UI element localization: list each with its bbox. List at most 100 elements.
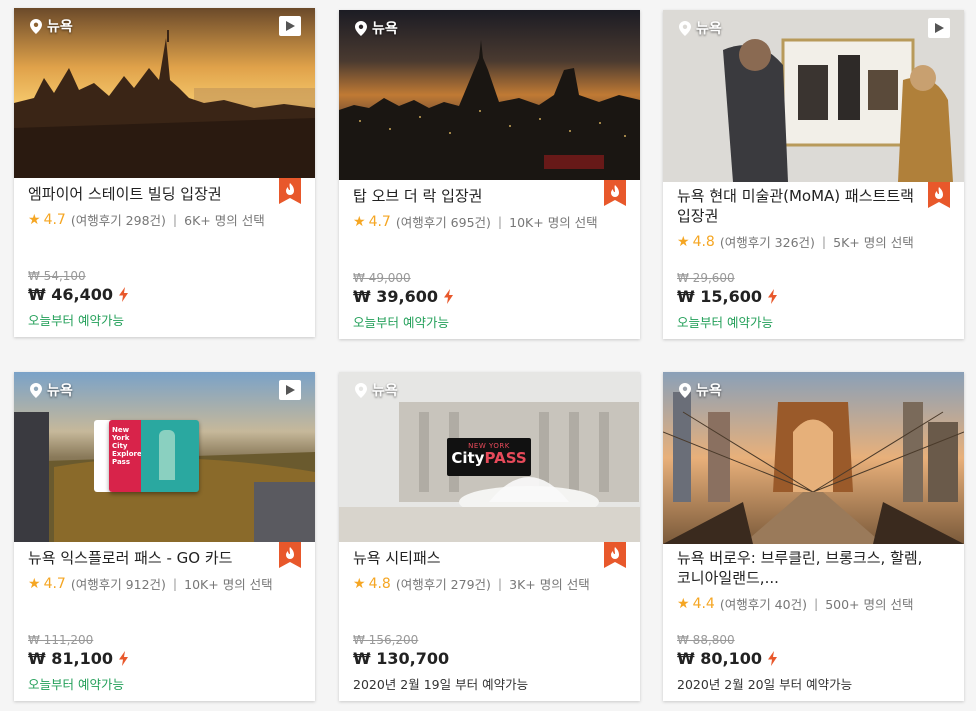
product-title[interactable]: 엠파이어 스테이트 빌딩 입장권 bbox=[28, 184, 275, 204]
divider: | bbox=[172, 576, 178, 591]
location-label: 뉴욕 bbox=[679, 18, 722, 38]
star-icon: ★ bbox=[28, 575, 41, 592]
citypass-logo: NEW YORK CityPASS bbox=[447, 438, 531, 476]
sale-price-row: ₩ 15,600 bbox=[677, 287, 777, 306]
card-body: 탑 오브 더 락 입장권 ★ 4.7 (여행후기 695건) | 10K+ 명의… bbox=[353, 186, 600, 231]
product-card-explorer-pass[interactable]: New York City Explorer Pass 뉴욕 뉴욕 익스플로러 … bbox=[14, 372, 315, 701]
rating-score: 4.7 bbox=[43, 211, 66, 228]
product-card-top-of-the-rock[interactable]: 뉴욕 탑 오브 더 락 입장권 ★ 4.7 (여행후기 695건) | 10K+… bbox=[339, 10, 640, 339]
map-pin-icon bbox=[679, 20, 691, 36]
lightning-icon bbox=[767, 289, 777, 304]
map-pin-icon bbox=[30, 18, 42, 34]
map-pin-icon bbox=[355, 382, 367, 398]
lightning-icon bbox=[118, 651, 128, 666]
availability: 오늘부터 예약가능 bbox=[28, 677, 124, 692]
rating-score: 4.4 bbox=[692, 595, 715, 612]
sale-price: ₩ 46,400 bbox=[28, 285, 113, 304]
product-title[interactable]: 뉴욕 익스플로러 패스 - GO 카드 bbox=[28, 548, 275, 568]
flame-badge-icon bbox=[279, 542, 301, 568]
product-card-moma[interactable]: 뉴욕 뉴욕 현대 미술관(MoMA) 패스트트랙 입장권 ★ 4.8 (여행후기… bbox=[663, 10, 964, 339]
original-price: ₩ 54,100 bbox=[28, 269, 86, 283]
review-count: (여행후기 40건) bbox=[719, 597, 807, 612]
sale-price: ₩ 130,700 bbox=[353, 649, 450, 668]
sale-price: ₩ 81,100 bbox=[28, 649, 113, 668]
flame-badge-icon bbox=[928, 182, 950, 208]
product-image[interactable]: 뉴욕 bbox=[14, 8, 315, 178]
divider: | bbox=[497, 576, 503, 591]
sale-price-row: ₩ 81,100 bbox=[28, 649, 128, 668]
flame-badge-icon bbox=[604, 180, 626, 206]
lightning-icon bbox=[118, 287, 128, 302]
review-count: (여행후기 279건) bbox=[395, 577, 491, 592]
rating-score: 4.7 bbox=[43, 575, 66, 592]
sale-price: ₩ 39,600 bbox=[353, 287, 438, 306]
lightning-icon bbox=[443, 289, 453, 304]
price-block: ₩ 29,600 ₩ 15,600 오늘부터 예약가능 bbox=[677, 271, 777, 331]
product-card-empire-state[interactable]: 뉴욕 엠파이어 스테이트 빌딩 입장권 ★ 4.7 (여행후기 298건) | … bbox=[14, 8, 315, 337]
original-price: ₩ 156,200 bbox=[353, 633, 419, 647]
location-label: 뉴욕 bbox=[679, 380, 722, 400]
product-title[interactable]: 탑 오브 더 락 입장권 bbox=[353, 186, 600, 206]
video-play-button[interactable] bbox=[279, 380, 301, 400]
chosen-count: 500+ 명의 선택 bbox=[825, 597, 914, 612]
card-body: 엠파이어 스테이트 빌딩 입장권 ★ 4.7 (여행후기 298건) | 6K+… bbox=[28, 184, 275, 229]
sale-price-row: ₩ 130,700 bbox=[353, 649, 528, 668]
product-title[interactable]: 뉴욕 현대 미술관(MoMA) 패스트트랙 입장권 bbox=[677, 186, 924, 226]
divider: | bbox=[813, 596, 819, 611]
review-count: (여행후기 912건) bbox=[70, 577, 166, 592]
chosen-count: 10K+ 명의 선택 bbox=[184, 577, 273, 592]
map-pin-icon bbox=[355, 20, 367, 36]
sale-price: ₩ 80,100 bbox=[677, 649, 762, 668]
star-icon: ★ bbox=[28, 211, 41, 228]
product-image[interactable]: NEW YORK CityPASS 뉴욕 bbox=[339, 372, 640, 542]
product-image[interactable]: 뉴욕 bbox=[663, 372, 964, 544]
star-icon: ★ bbox=[677, 595, 690, 612]
product-image[interactable]: 뉴욕 bbox=[339, 10, 640, 180]
product-image[interactable]: 뉴욕 bbox=[663, 10, 964, 182]
availability: 오늘부터 예약가능 bbox=[677, 315, 773, 330]
lightning-icon bbox=[767, 651, 777, 666]
rating-row: ★ 4.7 (여행후기 298건) | 6K+ 명의 선택 bbox=[28, 210, 275, 229]
divider: | bbox=[821, 234, 827, 249]
explorer-pass-card-graphic: New York City Explorer Pass bbox=[109, 420, 199, 492]
video-play-button[interactable] bbox=[928, 18, 950, 38]
star-icon: ★ bbox=[353, 213, 366, 230]
rating-row: ★ 4.7 (여행후기 912건) | 10K+ 명의 선택 bbox=[28, 574, 275, 593]
sale-price: ₩ 15,600 bbox=[677, 287, 762, 306]
rating-score: 4.8 bbox=[692, 233, 715, 250]
video-play-button[interactable] bbox=[279, 16, 301, 36]
chosen-count: 5K+ 명의 선택 bbox=[833, 235, 914, 250]
rating-row: ★ 4.7 (여행후기 695건) | 10K+ 명의 선택 bbox=[353, 212, 600, 231]
product-card-boroughs-tour[interactable]: 뉴욕 뉴욕 버로우: 브루클린, 브롱크스, 할렘, 코니아일랜드,... ★ … bbox=[663, 372, 964, 701]
rating-row: ★ 4.8 (여행후기 279건) | 3K+ 명의 선택 bbox=[353, 574, 600, 593]
rating-row: ★ 4.8 (여행후기 326건) | 5K+ 명의 선택 bbox=[677, 232, 924, 251]
flame-badge-icon bbox=[604, 542, 626, 568]
original-price: ₩ 29,600 bbox=[677, 271, 735, 285]
product-title[interactable]: 뉴욕 버로우: 브루클린, 브롱크스, 할렘, 코니아일랜드,... bbox=[677, 548, 924, 588]
chosen-count: 6K+ 명의 선택 bbox=[184, 213, 265, 228]
price-block: ₩ 88,800 ₩ 80,100 2020년 2월 20일 부터 예약가능 bbox=[677, 633, 852, 693]
product-title[interactable]: 뉴욕 시티패스 bbox=[353, 548, 600, 568]
play-icon bbox=[286, 385, 295, 395]
original-price: ₩ 111,200 bbox=[28, 633, 94, 647]
card-body: 뉴욕 시티패스 ★ 4.8 (여행후기 279건) | 3K+ 명의 선택 bbox=[353, 548, 600, 593]
review-count: (여행후기 326건) bbox=[719, 235, 815, 250]
price-block: ₩ 111,200 ₩ 81,100 오늘부터 예약가능 bbox=[28, 633, 128, 693]
original-price: ₩ 88,800 bbox=[677, 633, 735, 647]
card-body: 뉴욕 현대 미술관(MoMA) 패스트트랙 입장권 ★ 4.8 (여행후기 32… bbox=[677, 186, 924, 251]
review-count: (여행후기 695건) bbox=[395, 215, 491, 230]
location-label: 뉴욕 bbox=[30, 16, 73, 36]
map-pin-icon bbox=[30, 382, 42, 398]
divider: | bbox=[172, 212, 178, 227]
product-image[interactable]: New York City Explorer Pass 뉴욕 bbox=[14, 372, 315, 542]
flame-badge-icon bbox=[279, 178, 301, 204]
rating-score: 4.8 bbox=[368, 575, 391, 592]
rating-score: 4.7 bbox=[368, 213, 391, 230]
star-icon: ★ bbox=[677, 233, 690, 250]
star-icon: ★ bbox=[353, 575, 366, 592]
product-card-citypass[interactable]: NEW YORK CityPASS 뉴욕 뉴욕 시티패스 ★ 4.8 (여행후기… bbox=[339, 372, 640, 701]
availability: 2020년 2월 20일 부터 예약가능 bbox=[677, 677, 853, 692]
play-icon bbox=[935, 23, 944, 33]
original-price: ₩ 49,000 bbox=[353, 271, 411, 285]
availability: 오늘부터 예약가능 bbox=[353, 315, 449, 330]
